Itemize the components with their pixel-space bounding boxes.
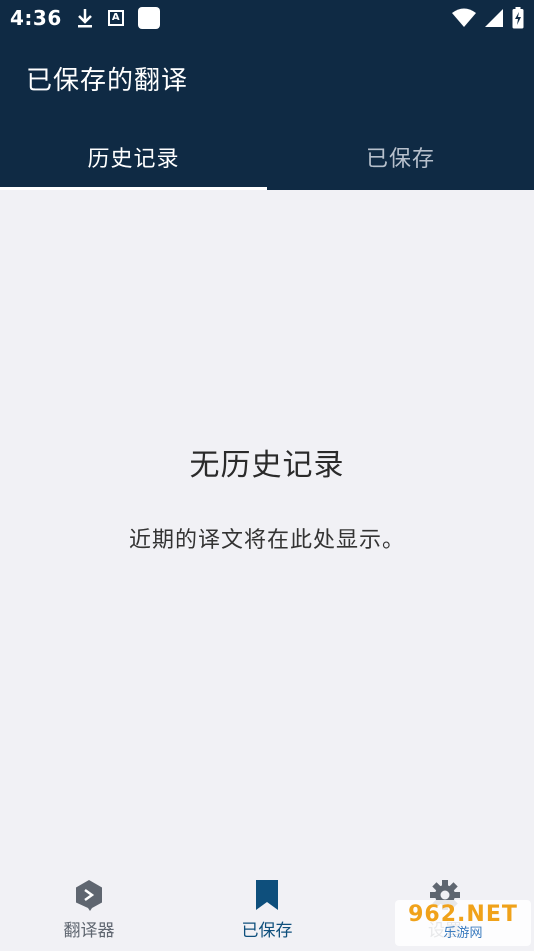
tab-active-indicator xyxy=(0,187,267,190)
empty-state: 无历史记录 近期的译文将在此处显示。 xyxy=(0,440,534,554)
tab-saved[interactable]: 已保存 xyxy=(267,124,534,190)
nav-saved[interactable]: 已保存 xyxy=(178,866,356,951)
status-bar: 4:36 A xyxy=(0,0,534,36)
nav-translator-label: 翻译器 xyxy=(63,921,115,941)
watermark-logo: 962.NET 乐游网 xyxy=(395,900,531,946)
bookmark-icon xyxy=(256,880,278,910)
status-time: 4:36 xyxy=(10,6,62,30)
empty-state-subtitle: 近期的译文将在此处显示。 xyxy=(128,528,405,553)
battery-icon xyxy=(512,7,524,29)
tab-history[interactable]: 历史记录 xyxy=(0,124,267,190)
wifi-icon xyxy=(452,8,476,27)
app-header: 4:36 A 已保存的翻译 历史记录 已保存 xyxy=(0,0,534,190)
tab-bar: 历史记录 已保存 xyxy=(0,124,534,190)
app-notification-icon xyxy=(137,7,160,29)
download-icon xyxy=(77,9,92,28)
signal-icon xyxy=(485,9,503,27)
deepl-logo-icon xyxy=(76,880,102,911)
watermark-bottom-text: 乐游网 xyxy=(443,926,483,941)
tab-saved-label: 已保存 xyxy=(365,147,435,172)
tab-history-label: 历史记录 xyxy=(87,147,180,172)
translate-notification-icon: A xyxy=(107,10,124,26)
nav-translator[interactable]: 翻译器 xyxy=(0,866,178,951)
watermark-top-text: 962.NET xyxy=(408,902,518,927)
empty-state-title: 无历史记录 xyxy=(189,448,345,483)
page-title: 已保存的翻译 xyxy=(26,66,189,96)
nav-saved-label: 已保存 xyxy=(241,921,293,941)
